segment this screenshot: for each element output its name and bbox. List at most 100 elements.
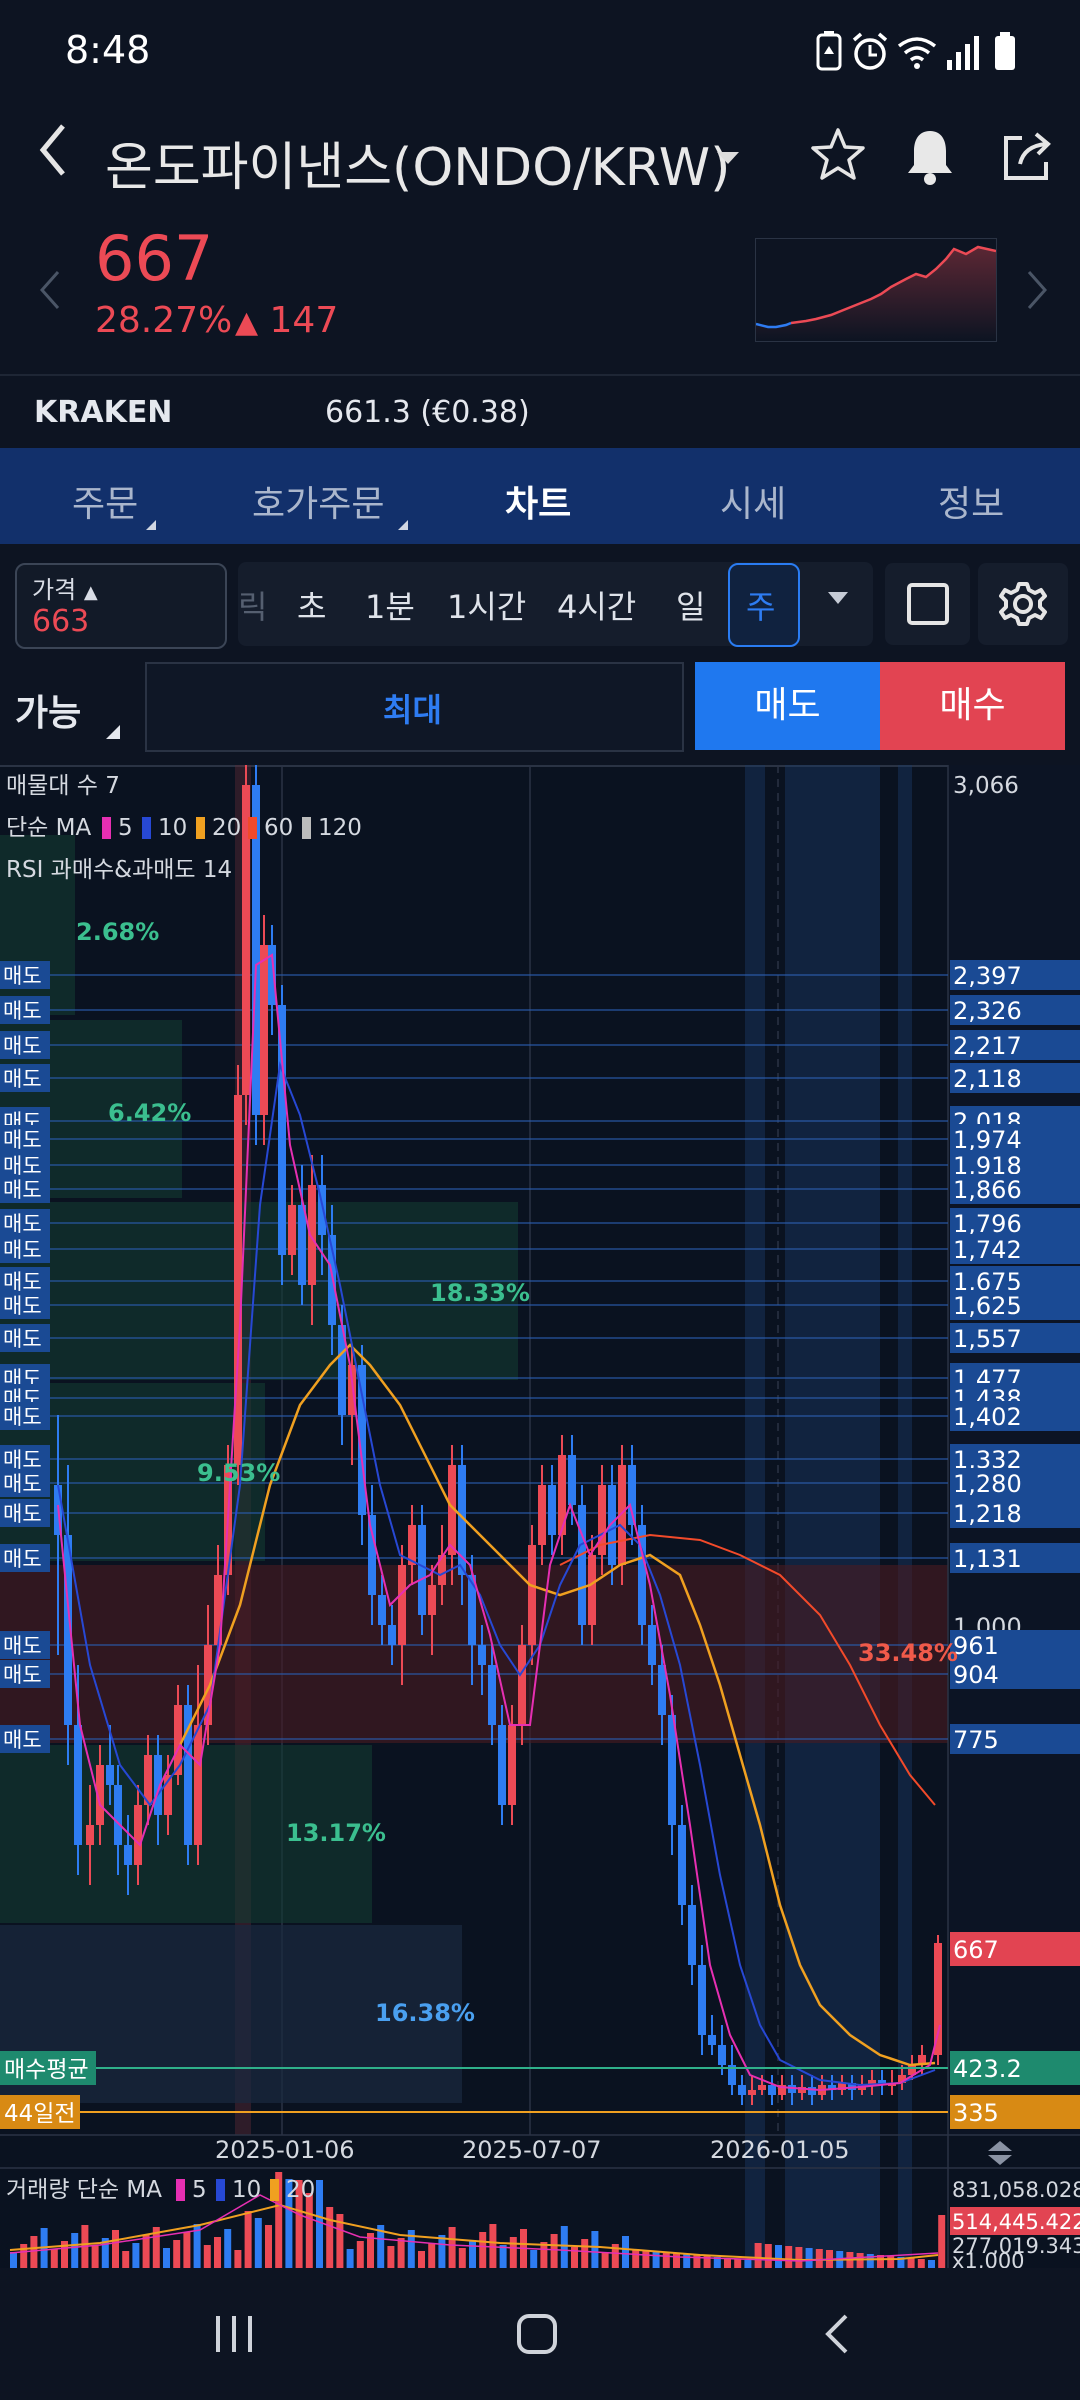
legend-ma10-swatch — [142, 817, 151, 839]
sell-level-label: 매도 — [3, 1212, 42, 1236]
timeframe-tick[interactable]: 초 — [297, 582, 326, 628]
timeframe-dropdown-icon[interactable] — [828, 592, 848, 604]
share-icon[interactable] — [1000, 128, 1056, 188]
volume-bar — [448, 2227, 456, 2270]
change-percent: 28.27% — [95, 300, 233, 341]
chart-layout-button[interactable] — [885, 563, 970, 645]
tab-chart[interactable]: 차트 — [505, 475, 571, 527]
back-nav-icon[interactable] — [822, 2312, 852, 2360]
back-arrow-icon[interactable] — [35, 120, 71, 195]
highlight-band — [898, 765, 912, 2270]
volume-bar — [795, 2247, 803, 2270]
volume-bar — [203, 2245, 211, 2270]
current-price-axis-value: 667 — [953, 1936, 999, 1964]
vp-label: 16.38% — [375, 1999, 475, 2027]
price-axis-label: 1,131 — [953, 1545, 1022, 1573]
legend-ma120-swatch — [302, 817, 311, 839]
price-axis-label: 1,625 — [953, 1292, 1022, 1320]
legend-ma5-swatch — [102, 817, 111, 839]
days44-value: 335 — [953, 2099, 999, 2127]
buy-button[interactable]: 매수 — [880, 662, 1065, 750]
vp-label: 13.17% — [286, 1819, 386, 1847]
tab-market[interactable]: 시세 — [720, 475, 786, 527]
home-icon[interactable] — [515, 2312, 559, 2360]
timeframe-1h[interactable]: 1시간 — [447, 582, 526, 628]
next-coin-arrow-icon[interactable] — [1025, 268, 1049, 322]
candle-down — [478, 1645, 486, 1665]
legend-ma5: 5 — [118, 815, 133, 841]
candlestick-chart[interactable]: 매도 2,397 매도 2,326 매도 2,217 매도 2,118 매도 2,018 매도 1,9… — [0, 755, 1080, 2273]
volume-bar — [214, 2237, 221, 2270]
candle-down — [418, 1525, 426, 1615]
price-axis-label: 2,118 — [953, 1065, 1022, 1093]
tab-orderbook-caret-icon — [398, 520, 408, 530]
prev-coin-arrow-icon[interactable] — [38, 268, 62, 322]
tab-info[interactable]: 정보 — [938, 475, 1004, 527]
timeframe-1m[interactable]: 1분 — [365, 582, 415, 628]
axis-top-value: 3,066 — [953, 773, 1019, 799]
volume-bar — [91, 2246, 99, 2270]
divider — [0, 374, 1080, 376]
legend-ma: 단순 MA 5 10 20 60 120 — [6, 815, 362, 841]
candle-up — [588, 1555, 596, 1625]
timeframe-week[interactable]: 주 — [746, 582, 775, 628]
candle-up — [86, 1825, 94, 1845]
volume-bar — [764, 2244, 772, 2270]
candle-down — [124, 1845, 132, 1865]
avg-buy-value: 423.2 — [953, 2055, 1022, 2083]
battery-icon — [992, 30, 1018, 74]
tab-order-caret-icon — [146, 520, 156, 530]
volume-bar — [132, 2243, 140, 2270]
candle-up — [288, 1205, 296, 1255]
vol-ma5-swatch — [176, 2179, 185, 2201]
up-triangle-icon: ▲ — [83, 582, 98, 603]
volume-bar — [550, 2234, 558, 2270]
volume-bar — [938, 2215, 946, 2270]
chart-settings-button[interactable] — [978, 563, 1068, 645]
legend-ma20-swatch — [196, 817, 205, 839]
candle-down — [114, 1785, 122, 1845]
exchange-name: KRAKEN — [34, 395, 173, 430]
volume-multiplier: x1,000 — [952, 2249, 1025, 2270]
alarm-bell-icon[interactable] — [900, 125, 960, 191]
candle-down — [298, 1205, 306, 1285]
sell-level-label: 매도 — [3, 964, 42, 988]
price-axis-label: 1,866 — [953, 1176, 1022, 1204]
tab-orderbook[interactable]: 호가주문 — [252, 475, 384, 527]
sell-level-label: 매도 — [3, 1547, 42, 1571]
sell-button[interactable]: 매도 — [695, 662, 880, 750]
chevron-down-icon[interactable] — [715, 138, 741, 176]
change-amount: ▲ 147 — [235, 300, 338, 341]
timeframe-day[interactable]: 일 — [676, 582, 705, 628]
sell-level-label: 매도 — [3, 1128, 42, 1152]
mini-sparkline-chart[interactable] — [755, 238, 997, 342]
candle-up — [758, 2085, 766, 2090]
vol-ma10-swatch — [216, 2179, 225, 2201]
candle-down — [368, 1515, 376, 1595]
candle-down — [388, 1625, 396, 1645]
tab-order[interactable]: 주문 — [72, 475, 138, 527]
volume-current-value: 514,445.422 — [952, 2210, 1080, 2234]
page-title[interactable]: 온도파이낸스(ONDO/KRW) — [105, 125, 730, 200]
available-caret-icon — [106, 725, 120, 739]
volume-bar — [326, 2207, 334, 2270]
volume-bar — [499, 2245, 507, 2270]
price-type-value: 663 — [32, 604, 90, 639]
sell-level-label: 매도 — [3, 1154, 42, 1178]
candle-down — [708, 2035, 716, 2045]
volume-bar — [224, 2229, 232, 2270]
sell-level-label: 매도 — [3, 1238, 42, 1262]
sell-level-label: 매도 — [3, 1294, 42, 1318]
recent-apps-icon[interactable] — [212, 2312, 258, 2360]
timeframe-partial[interactable]: 릭 — [238, 582, 267, 628]
candle-down — [498, 1725, 506, 1805]
date-label: 2026-01-05 — [710, 2136, 849, 2164]
price-axis-label: 904 — [953, 1661, 999, 1689]
timeframe-4h[interactable]: 4시간 — [557, 582, 636, 628]
favorite-star-icon[interactable] — [808, 125, 868, 189]
sell-level-label: 매도 — [3, 1728, 42, 1752]
available-label[interactable]: 가능 — [15, 684, 81, 736]
volume-bar — [428, 2243, 436, 2270]
candle-up — [934, 1943, 942, 2055]
candle-down — [548, 1485, 556, 1535]
